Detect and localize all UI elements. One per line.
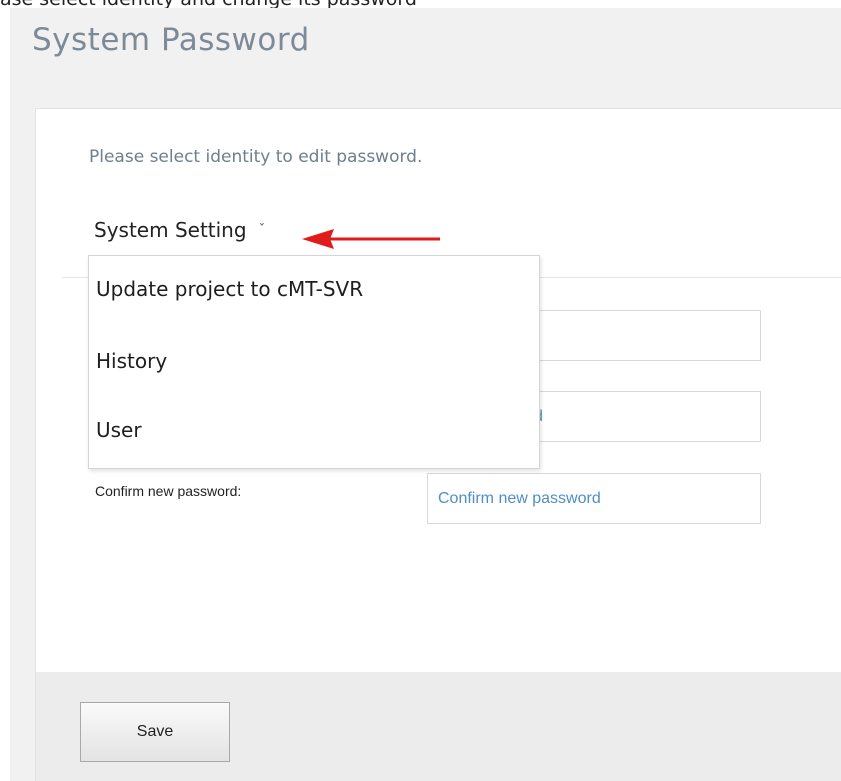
page-title: System Password <box>32 22 310 58</box>
menu-item-history[interactable]: History <box>96 349 167 373</box>
chevron-down-icon: ˇ <box>258 223 266 238</box>
menu-item-user[interactable]: User <box>96 418 142 442</box>
save-button[interactable]: Save <box>80 702 230 762</box>
red-arrow-icon <box>302 229 440 249</box>
identity-select[interactable]: System Setting ˇ <box>94 218 265 242</box>
confirm-password-input[interactable] <box>427 473 761 524</box>
identity-dropdown-menu: Update project to cMT-SVR History User <box>88 255 540 469</box>
confirm-password-label: Confirm new password: <box>95 483 242 499</box>
identity-select-value: System Setting <box>94 218 247 242</box>
instruction-text: Please select identity to edit password. <box>89 147 423 167</box>
menu-item-update-project[interactable]: Update project to cMT-SVR <box>96 277 363 301</box>
